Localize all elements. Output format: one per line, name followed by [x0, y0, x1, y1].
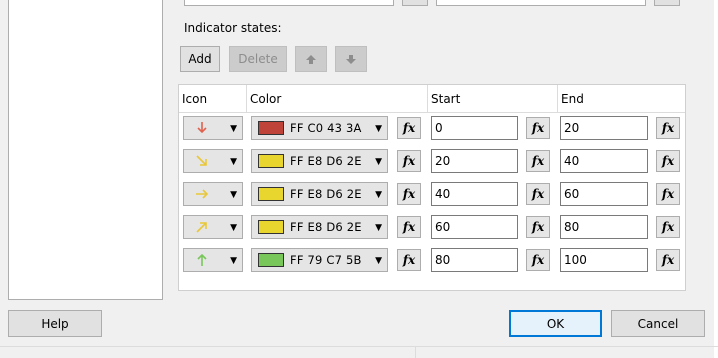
- color-value: FF C0 43 3A: [290, 121, 362, 135]
- end-expression-button[interactable]: fx: [656, 216, 680, 238]
- header-color: Color: [247, 85, 428, 113]
- color-dropdown[interactable]: FF E8 D6 2E ▼: [251, 215, 388, 239]
- color-dropdown[interactable]: FF E8 D6 2E ▼: [251, 182, 388, 206]
- move-down-button[interactable]: [335, 46, 367, 72]
- color-expression-button[interactable]: fx: [397, 183, 421, 205]
- start-expression-button[interactable]: fx: [526, 183, 550, 205]
- arrow-down-icon: [197, 122, 207, 134]
- top-field-right[interactable]: [436, 0, 646, 6]
- bottom-divider-tick: [415, 346, 416, 358]
- help-button[interactable]: Help: [8, 310, 102, 337]
- end-input[interactable]: 40: [560, 149, 648, 173]
- start-input[interactable]: 20: [431, 149, 518, 173]
- delete-button[interactable]: Delete: [229, 46, 287, 72]
- chevron-down-icon: ▼: [375, 157, 382, 167]
- cancel-button[interactable]: Cancel: [611, 310, 705, 337]
- chevron-down-icon: ▼: [230, 223, 237, 233]
- color-dropdown[interactable]: FF C0 43 3A ▼: [251, 116, 388, 140]
- add-button[interactable]: Add: [180, 46, 220, 72]
- chevron-down-icon: ▼: [375, 190, 382, 200]
- color-swatch: [258, 220, 284, 234]
- start-input[interactable]: 40: [431, 182, 518, 206]
- left-list-panel[interactable]: [8, 0, 163, 300]
- color-expression-button[interactable]: fx: [397, 117, 421, 139]
- top-button-right[interactable]: [654, 0, 680, 6]
- start-expression-button[interactable]: fx: [526, 150, 550, 172]
- icon-dropdown[interactable]: ▼: [183, 215, 243, 239]
- background-edge: [714, 0, 718, 358]
- end-expression-button[interactable]: fx: [656, 183, 680, 205]
- color-value: FF E8 D6 2E: [290, 154, 362, 168]
- move-down-icon: [346, 55, 356, 64]
- icon-dropdown[interactable]: ▼: [183, 248, 243, 272]
- end-expression-button[interactable]: fx: [656, 150, 680, 172]
- end-input[interactable]: 60: [560, 182, 648, 206]
- end-input[interactable]: 100: [560, 248, 648, 272]
- icon-dropdown[interactable]: ▼: [183, 116, 243, 140]
- color-dropdown[interactable]: FF 79 C7 5B ▼: [251, 248, 388, 272]
- header-end: End: [558, 85, 685, 113]
- color-expression-button[interactable]: fx: [397, 249, 421, 271]
- chevron-down-icon: ▼: [230, 124, 237, 134]
- end-input[interactable]: 20: [560, 116, 648, 140]
- color-value: FF E8 D6 2E: [290, 187, 362, 201]
- top-button-left[interactable]: [402, 0, 428, 6]
- start-expression-button[interactable]: fx: [526, 117, 550, 139]
- move-up-icon: [306, 55, 316, 64]
- move-up-button[interactable]: [295, 46, 327, 72]
- chevron-down-icon: ▼: [375, 124, 382, 134]
- chevron-down-icon: ▼: [230, 190, 237, 200]
- header-icon: Icon: [179, 85, 247, 113]
- start-expression-button[interactable]: fx: [526, 249, 550, 271]
- end-expression-button[interactable]: fx: [656, 249, 680, 271]
- color-expression-button[interactable]: fx: [397, 150, 421, 172]
- color-dropdown[interactable]: FF E8 D6 2E ▼: [251, 149, 388, 173]
- color-value: FF E8 D6 2E: [290, 220, 362, 234]
- end-expression-button[interactable]: fx: [656, 117, 680, 139]
- indicator-states-label: Indicator states:: [184, 21, 282, 35]
- top-field-left[interactable]: [184, 0, 394, 6]
- color-swatch: [258, 154, 284, 168]
- color-expression-button[interactable]: fx: [397, 216, 421, 238]
- bottom-divider: [0, 346, 718, 347]
- start-input[interactable]: 0: [431, 116, 518, 140]
- chevron-down-icon: ▼: [230, 157, 237, 167]
- arrow-right-icon: [196, 189, 209, 199]
- chevron-down-icon: ▼: [230, 256, 237, 266]
- color-swatch: [258, 187, 284, 201]
- end-input[interactable]: 80: [560, 215, 648, 239]
- start-input[interactable]: 80: [431, 248, 518, 272]
- color-value: FF 79 C7 5B: [290, 253, 362, 267]
- arrow-up-icon: [197, 253, 207, 266]
- chevron-down-icon: ▼: [375, 223, 382, 233]
- arrow-up-right-icon: [196, 222, 207, 233]
- chevron-down-icon: ▼: [375, 256, 382, 266]
- icon-dropdown[interactable]: ▼: [183, 182, 243, 206]
- color-swatch: [258, 121, 284, 135]
- icon-dropdown[interactable]: ▼: [183, 149, 243, 173]
- start-expression-button[interactable]: fx: [526, 216, 550, 238]
- arrow-down-right-icon: [196, 155, 207, 166]
- ok-button[interactable]: OK: [509, 310, 602, 337]
- start-input[interactable]: 60: [431, 215, 518, 239]
- color-swatch: [258, 253, 284, 267]
- header-start: Start: [428, 85, 558, 113]
